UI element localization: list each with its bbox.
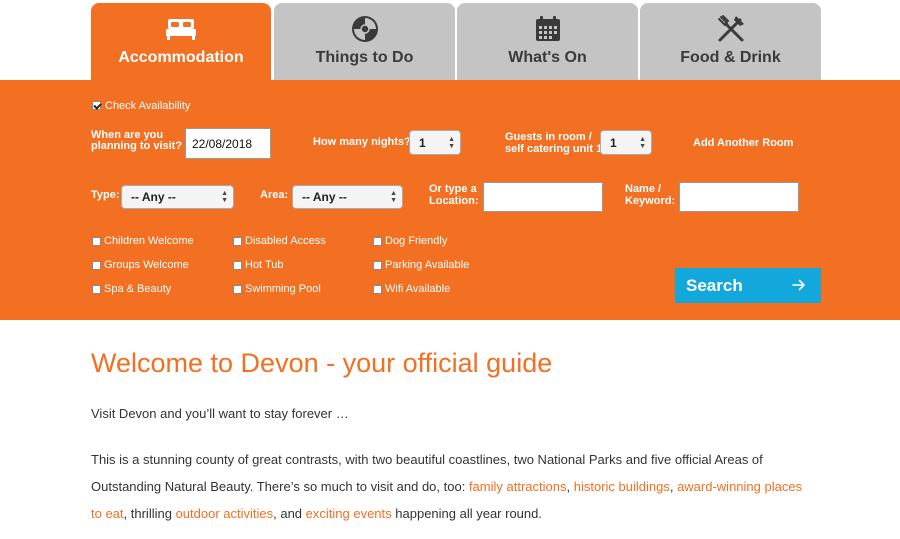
keyword-input[interactable]: [679, 182, 799, 212]
paragraph-text: ,: [566, 479, 574, 494]
intro-text: Visit Devon and you’ll want to stay fore…: [91, 406, 349, 421]
paragraph-text: ,: [669, 479, 678, 494]
page-title: Welcome to Devon - your official guide: [91, 348, 553, 378]
tab-label: Things to Do: [315, 49, 414, 66]
hot-tub-checkbox[interactable]: [233, 261, 242, 270]
type-value: -- Any --: [131, 190, 176, 204]
select-arrows-icon: ▲ ▼: [448, 135, 455, 150]
exciting-events-link[interactable]: exciting events: [306, 506, 392, 521]
tab-label: Accommodation: [118, 49, 244, 66]
groups-welcome-label: Groups Welcome: [104, 259, 189, 271]
select-arrows-icon: ▲ ▼: [390, 190, 397, 204]
location-label: Location:: [429, 195, 479, 207]
children-welcome-label: Children Welcome: [104, 235, 194, 247]
bed-icon: [165, 13, 197, 45]
guests-label: self catering unit 1: [505, 143, 603, 155]
select-arrows-icon: ▲ ▼: [221, 190, 228, 204]
paragraph-text: , and: [273, 506, 306, 521]
historic-buildings-link[interactable]: historic buildings: [574, 479, 670, 494]
check-availability-label: Check Availability: [105, 100, 191, 112]
area-label: Area:: [260, 189, 289, 201]
description-paragraph: This is a stunning county of great contr…: [91, 446, 811, 527]
disabled-access-label: Disabled Access: [245, 235, 326, 247]
search-button-label: Search: [686, 275, 743, 295]
spa-beauty-label: Spa & Beauty: [104, 283, 172, 295]
parking-available-checkbox[interactable]: [373, 261, 382, 270]
hot-tub-label: Hot Tub: [245, 259, 284, 271]
category-tabs: Accommodation Things to Do What's On Foo…: [0, 0, 900, 80]
paragraph-text: happening all year round.: [391, 506, 542, 521]
search-panel: Check Availability When are you planning…: [0, 80, 900, 320]
dog-friendly-checkbox[interactable]: [373, 237, 382, 246]
type-label: Type:: [91, 189, 120, 201]
location-label: Or type a: [429, 183, 477, 195]
tab-things-to-do[interactable]: Things to Do: [274, 3, 455, 80]
paragraph-text: , thrilling: [123, 506, 176, 521]
nights-select[interactable]: 1 ▲ ▼: [409, 130, 461, 155]
family-attractions-link[interactable]: family attractions: [469, 479, 567, 494]
wifi-available-checkbox[interactable]: [373, 285, 382, 294]
cutlery-icon: [715, 13, 747, 45]
groups-welcome-checkbox[interactable]: [92, 261, 101, 270]
arrow-right-icon: [791, 277, 807, 298]
nights-label: How many nights?: [313, 136, 411, 148]
check-availability-checkbox[interactable]: [92, 101, 101, 110]
tab-whats-on[interactable]: What's On: [457, 3, 638, 80]
tab-label: Food & Drink: [680, 49, 781, 66]
swimming-pool-checkbox[interactable]: [233, 285, 242, 294]
tab-food-and-drink[interactable]: Food & Drink: [640, 3, 821, 80]
outdoor-activities-link[interactable]: outdoor activities: [176, 506, 274, 521]
add-room-link[interactable]: Add Another Room: [693, 138, 793, 149]
area-select[interactable]: -- Any -- ▲ ▼: [292, 185, 403, 209]
select-arrows-icon: ▲ ▼: [639, 135, 646, 150]
parking-available-label: Parking Available: [385, 259, 470, 271]
dog-friendly-label: Dog Friendly: [385, 235, 448, 247]
nights-value: 1: [419, 135, 426, 150]
visit-date-input[interactable]: [185, 128, 271, 159]
disabled-access-checkbox[interactable]: [233, 237, 242, 246]
guests-label: Guests in room /: [505, 131, 592, 143]
keyword-label: Name /: [625, 183, 662, 195]
search-button[interactable]: Search: [675, 268, 821, 303]
type-select[interactable]: -- Any -- ▲ ▼: [121, 185, 234, 209]
swimming-pool-label: Swimming Pool: [245, 283, 321, 295]
tab-accommodation[interactable]: Accommodation: [91, 3, 271, 80]
area-value: -- Any --: [302, 190, 347, 204]
visit-date-label: planning to visit?: [91, 140, 183, 152]
spa-beauty-checkbox[interactable]: [92, 285, 101, 294]
keyword-label: Keyword:: [625, 195, 676, 207]
guests-value: 1: [610, 135, 617, 150]
calendar-icon: [532, 13, 564, 45]
location-input[interactable]: [483, 182, 603, 212]
guests-select[interactable]: 1 ▲ ▼: [600, 130, 652, 155]
ball-icon: [349, 13, 381, 45]
children-welcome-checkbox[interactable]: [92, 237, 101, 246]
tab-label: What's On: [508, 49, 587, 66]
wifi-available-label: Wifi Available: [385, 283, 451, 295]
